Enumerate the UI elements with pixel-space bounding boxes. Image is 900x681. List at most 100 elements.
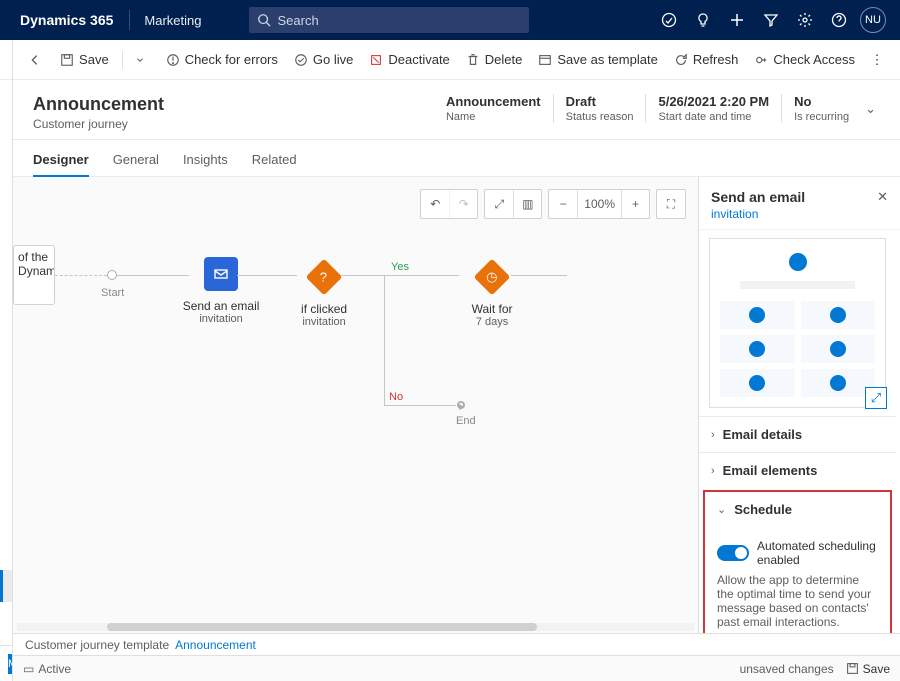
section-email-elements[interactable]: ›Email elements [699, 452, 896, 488]
footer-save-button[interactable]: Save [846, 662, 890, 676]
global-search[interactable]: Search [249, 7, 529, 33]
schedule-description: Allow the app to determine the optimal t… [717, 573, 878, 629]
panel-close-button[interactable]: ✕ [877, 189, 888, 205]
app-name[interactable]: Marketing [136, 13, 209, 28]
sidebar: ⌂Home ◷Recent⌄ ✧Pinned⌄ My Work ▷Get sta… [0, 40, 13, 681]
section-schedule[interactable]: ⌄Schedule [705, 492, 890, 527]
panel-title: Send an email [711, 189, 805, 205]
nav-recent[interactable]: ◷Recent⌄ [0, 112, 12, 144]
fit-button[interactable]: ⛶ [657, 190, 685, 218]
command-bar: Save Check for errors Go live Deactivate… [13, 40, 900, 80]
header-field-name[interactable]: AnnouncementName [434, 94, 553, 123]
branch-no-label: No [389, 391, 403, 403]
check-access-button[interactable]: Check Access [747, 44, 862, 76]
email-icon [213, 266, 229, 282]
template-bar: Customer journey template Announcement [13, 633, 900, 655]
go-live-button[interactable]: Go live [287, 44, 360, 76]
end-label: End [456, 415, 476, 427]
help-icon[interactable] [822, 0, 856, 40]
nav-tasks[interactable]: ☑Tasks [0, 280, 12, 312]
header-field-start[interactable]: 5/26/2021 2:20 PMStart date and time [645, 94, 781, 123]
tab-insights[interactable]: Insights [183, 146, 228, 176]
tab-related[interactable]: Related [252, 146, 297, 176]
area-switcher[interactable]: M Marketing ⇅ [0, 645, 13, 681]
nav-dashboards[interactable]: ▦Dashboards [0, 248, 12, 280]
nav-accounts[interactable]: ▭Accounts [0, 402, 12, 434]
properties-panel: Send an email invitation ✕ [698, 177, 900, 633]
preview-logo-icon [789, 253, 807, 271]
record-header: Announcement Customer journey Announceme… [13, 80, 900, 140]
start-label: Start [101, 287, 124, 299]
fullscreen-button[interactable]: ⤢ [485, 190, 513, 218]
nav-group-customers: Customers [0, 376, 12, 402]
brand[interactable]: Dynamics 365 [10, 12, 123, 28]
segment-tile[interactable]: of the Dynam [13, 245, 55, 305]
if-clicked-tile[interactable]: ? if clickedinvitation [289, 260, 359, 328]
save-button[interactable]: Save [53, 44, 116, 76]
nav-get-started[interactable]: ▷Get started [0, 216, 12, 248]
panel-email-link[interactable]: invitation [711, 207, 805, 221]
search-icon [257, 13, 271, 27]
entity-name: Customer journey [33, 117, 164, 131]
horizontal-scrollbar[interactable] [17, 623, 694, 631]
deactivate-button[interactable]: Deactivate [362, 44, 456, 76]
nav-customer-journeys[interactable]: ↝Customer journeys [0, 570, 12, 602]
template-link[interactable]: Announcement [175, 638, 256, 652]
settings-icon[interactable] [788, 0, 822, 40]
page-title: Announcement [33, 94, 164, 115]
save-options-button[interactable] [129, 44, 157, 76]
filter-icon[interactable] [754, 0, 788, 40]
tab-designer[interactable]: Designer [33, 146, 89, 177]
delete-button[interactable]: Delete [459, 44, 530, 76]
branch-yes-label: Yes [391, 261, 409, 273]
header-expand-icon[interactable]: ⌄ [861, 101, 880, 117]
more-commands-button[interactable]: ⋮ [864, 44, 890, 76]
zoom-out-button[interactable]: − [549, 190, 577, 218]
auto-schedule-label: Automated scheduling enabled [757, 539, 878, 567]
email-tile[interactable]: Send an emailinvitation [181, 257, 261, 325]
status-icon: ▭ [23, 662, 34, 676]
auto-schedule-toggle[interactable] [717, 545, 749, 561]
status-bar: ▭ Active unsaved changes Save [13, 655, 900, 681]
wait-tile[interactable]: ◷ Wait for7 days [457, 260, 527, 328]
nav-segments[interactable]: ◫Segments [0, 466, 12, 498]
branch-icon: ? [320, 269, 327, 284]
nav-subscription-lists[interactable]: ☰Subscription lists [0, 498, 12, 530]
nav-social-posts[interactable]: ◎Social posts [0, 634, 12, 645]
lightbulb-icon[interactable] [686, 0, 720, 40]
back-button[interactable] [23, 44, 51, 76]
assistant-icon[interactable] [652, 0, 686, 40]
check-errors-button[interactable]: Check for errors [159, 44, 285, 76]
redo-button[interactable]: ↷ [449, 190, 477, 218]
zoom-level[interactable]: 100% [577, 190, 621, 218]
nav-group-marketing-exec: Marketing execution [0, 530, 12, 570]
add-icon[interactable] [720, 0, 754, 40]
nav-contacts[interactable]: ☺Contacts [0, 434, 12, 466]
nav-pinned[interactable]: ✧Pinned⌄ [0, 144, 12, 176]
status-text: Active [38, 662, 71, 676]
email-preview: ⤢ [709, 238, 886, 408]
nav-phone-calls[interactable]: ✆Phone Calls [0, 344, 12, 376]
template-label: Customer journey template [25, 638, 169, 652]
user-avatar[interactable]: NU [856, 0, 890, 40]
tab-general[interactable]: General [113, 146, 159, 176]
journey-canvas[interactable]: ↶↷ ⤢▥ −100%+ ⛶ of the Dynam Start Send a… [13, 177, 698, 633]
start-node[interactable] [107, 270, 117, 280]
nav-group-mywork: My Work [0, 176, 12, 216]
nav-appointments[interactable]: ▤Appointments [0, 312, 12, 344]
undo-button[interactable]: ↶ [421, 190, 449, 218]
nav-marketing-emails[interactable]: ✉Marketing emails [0, 602, 12, 634]
topbar-divider [129, 10, 130, 30]
save-as-template-button[interactable]: Save as template [531, 44, 664, 76]
nav-home[interactable]: ⌂Home [0, 80, 12, 112]
clock-icon: ◷ [486, 269, 497, 285]
section-email-details[interactable]: ›Email details [699, 416, 896, 452]
end-node[interactable] [457, 401, 465, 409]
zoom-in-button[interactable]: + [621, 190, 649, 218]
preview-expand-button[interactable]: ⤢ [865, 387, 887, 409]
unsaved-indicator: unsaved changes [740, 662, 834, 676]
header-field-recurring[interactable]: NoIs recurring [781, 94, 861, 123]
refresh-button[interactable]: Refresh [667, 44, 746, 76]
minimap-button[interactable]: ▥ [513, 190, 541, 218]
header-field-status[interactable]: DraftStatus reason [553, 94, 646, 123]
